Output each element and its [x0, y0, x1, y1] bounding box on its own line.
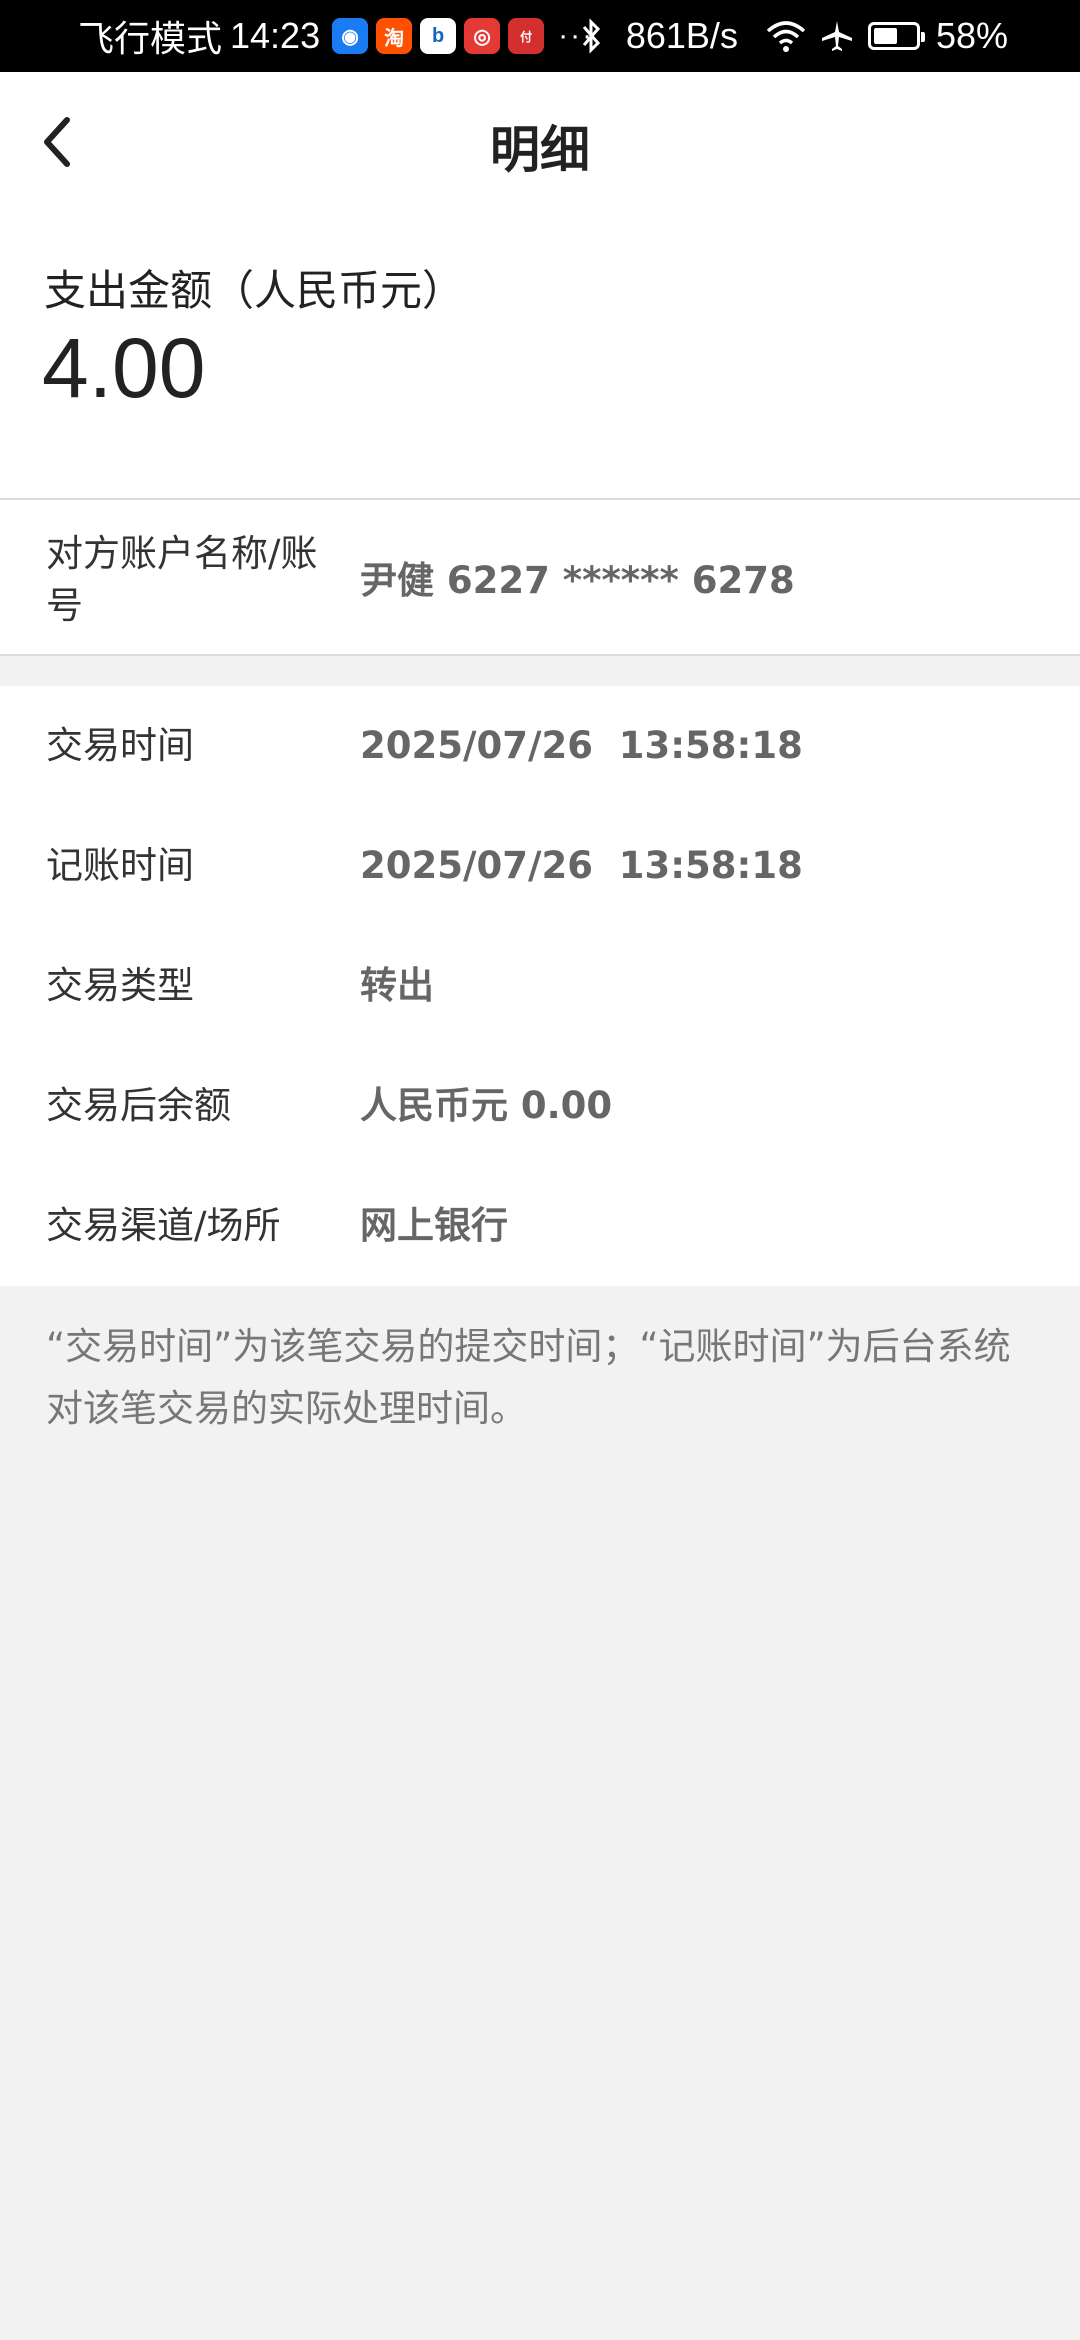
counterparty-label: 对方账户名称/账号 — [46, 532, 318, 627]
detail-value: 网上银行 — [360, 1204, 508, 1247]
detail-row-balance-after: 交易后余额 人民币元 0.00 — [0, 1046, 1080, 1166]
airplane-icon — [821, 21, 852, 51]
detail-label: 交易后余额 — [46, 1084, 231, 1127]
bluetooth-icon — [582, 18, 600, 54]
battery-icon — [867, 22, 925, 50]
app-icon-b: b — [420, 18, 457, 54]
detail-row-channel: 交易渠道/场所 网上银行 — [0, 1166, 1080, 1286]
app-icon-blue: ◉ — [332, 18, 369, 54]
battery-level — [873, 28, 897, 44]
status-left: 飞行模式 14:23 ◉ 淘 b ◎ 付 ··· — [78, 0, 594, 72]
airplane-mode-label: 飞行模式 — [78, 18, 223, 59]
detail-label: 交易类型 — [46, 964, 194, 1007]
detail-row-transaction-type: 交易类型 转出 — [0, 926, 1080, 1046]
counterparty-section: 对方账户名称/账号 尹健 6227 ****** 6278 — [0, 500, 1080, 656]
detail-label: 记账时间 — [46, 844, 194, 887]
footnote: “交易时间”为该笔交易的提交时间；“记账时间”为后台系统对该笔交易的实际处理时间… — [46, 1325, 1011, 1430]
counterparty-value: 尹健 6227 ****** 6278 — [360, 559, 795, 602]
status-bar: 飞行模式 14:23 ◉ 淘 b ◎ 付 ··· 861B/s 58% — [0, 0, 1080, 72]
page-title: 明细 — [490, 121, 590, 179]
status-right: 861B/s 58% — [566, 0, 1008, 72]
amount-label: 支出金额（人民币元） — [44, 266, 465, 315]
screen: 飞行模式 14:23 ◉ 淘 b ◎ 付 ··· 861B/s 58% 明细 支… — [0, 0, 1080, 2340]
detail-row-posting-time: 记账时间 2025/07/26 13:58:18 — [0, 806, 1080, 926]
app-icon-pay: 付 — [508, 18, 545, 54]
amount-value: 4.00 — [42, 321, 206, 415]
status-time: 14:23 — [230, 15, 321, 56]
detail-value: 2025/07/26 13:58:18 — [360, 724, 803, 767]
detail-value: 转出 — [360, 964, 434, 1007]
app-icon-red: ◎ — [464, 18, 501, 54]
taobao-icon: 淘 — [376, 18, 413, 54]
detail-value: 人民币元 0.00 — [360, 1084, 613, 1127]
detail-row-transaction-time: 交易时间 2025/07/26 13:58:18 — [0, 686, 1080, 806]
header: 明细 — [0, 72, 1080, 212]
battery-percent: 58% — [935, 15, 1008, 56]
wifi-icon — [766, 21, 806, 52]
detail-label: 交易时间 — [46, 724, 194, 767]
detail-value: 2025/07/26 13:58:18 — [360, 844, 803, 887]
network-speed: 861B/s — [625, 15, 738, 56]
detail-label: 交易渠道/场所 — [46, 1204, 281, 1247]
transaction-details: 交易时间 2025/07/26 13:58:18 记账时间 2025/07/26… — [0, 686, 1080, 1286]
amount-section: 支出金额（人民币元） 4.00 — [0, 212, 1080, 500]
